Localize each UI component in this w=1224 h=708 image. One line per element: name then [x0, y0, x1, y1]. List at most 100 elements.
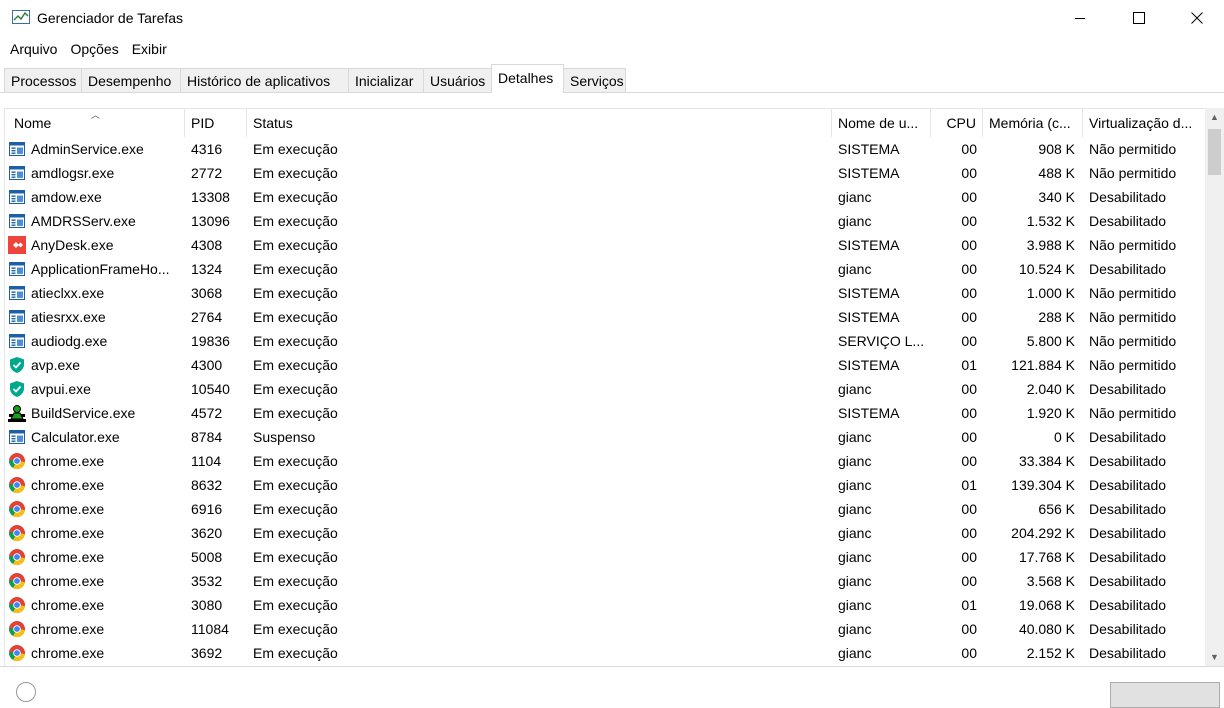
process-virtualization: Não permitido [1089, 165, 1177, 181]
process-name: avpui.exe [31, 381, 91, 397]
table-row[interactable]: audiodg.exe 19836 Em execução SERVIÇO L... 0… [5, 329, 1209, 353]
tab-divider [0, 92, 1224, 93]
column-cpu[interactable]: CPU [931, 109, 983, 137]
process-user: gianc [838, 621, 872, 637]
column-status[interactable]: Status [247, 109, 832, 137]
process-user: SISTEMA [838, 165, 900, 181]
menu-exibir[interactable]: Exibir [126, 38, 174, 62]
process-name: AdminService.exe [31, 141, 144, 157]
table-row[interactable]: AnyDesk.exe 4308 Em execução SISTEMA 00 3.988… [5, 233, 1209, 257]
process-pid: 8784 [191, 429, 223, 445]
process-virtualization: Desabilitado [1089, 597, 1167, 613]
process-status: Em execução [253, 381, 338, 397]
process-pid: 13308 [191, 189, 230, 205]
process-name: avp.exe [31, 357, 81, 373]
process-cpu: 00 [961, 237, 977, 253]
process-memory: 139.304 K [1011, 477, 1075, 493]
table-row[interactable]: BuildService.exe 4572 Em execução SISTEMA 00… [5, 401, 1209, 425]
tab-inicializar[interactable]: Inicializar [348, 68, 424, 92]
process-name: chrome.exe [31, 573, 105, 589]
process-name: audiodg.exe [31, 333, 108, 349]
process-pid: 13096 [191, 213, 230, 229]
tab-usuarios[interactable]: Usuários [423, 68, 492, 92]
minimize-button[interactable] [1051, 0, 1109, 36]
process-cpu: 00 [961, 213, 977, 229]
process-memory: 2.152 K [1026, 645, 1075, 661]
process-status: Em execução [253, 573, 338, 589]
process-pid: 3080 [191, 597, 223, 613]
tab-processos[interactable]: Processos [4, 68, 82, 92]
process-name: ApplicationFrameHo... [31, 261, 170, 277]
maximize-button[interactable] [1110, 0, 1168, 36]
process-pid: 2764 [191, 309, 223, 325]
process-pid: 19836 [191, 333, 230, 349]
process-cpu: 00 [961, 429, 977, 445]
process-memory: 3.988 K [1026, 237, 1075, 253]
end-task-button[interactable] [1110, 682, 1220, 708]
process-status: Suspenso [253, 429, 316, 445]
process-virtualization: Desabilitado [1089, 381, 1167, 397]
scrollbar-thumb[interactable] [1208, 129, 1221, 175]
table-row[interactable]: amdlogsr.exe 2772 Em execução SISTEMA 00 488 … [5, 161, 1209, 185]
table-row[interactable]: chrome.exe 5008 Em execução gianc 00 17.768 K… [5, 545, 1209, 569]
close-button[interactable] [1168, 0, 1224, 36]
process-memory: 204.292 K [1011, 525, 1075, 541]
process-pid: 5008 [191, 549, 223, 565]
vertical-scrollbar[interactable]: ▲ ▼ [1205, 108, 1224, 666]
process-status: Em execução [253, 477, 338, 493]
table-row[interactable]: chrome.exe 1104 Em execução gianc 00 33.384 K… [5, 449, 1209, 473]
table-row[interactable]: amdow.exe 13308 Em execução gianc 00 340 K Des… [5, 185, 1209, 209]
table-row[interactable]: avp.exe 4300 Em execução SISTEMA 01 121.884 K… [5, 353, 1209, 377]
process-cpu: 00 [961, 285, 977, 301]
process-memory: 340 K [1038, 189, 1075, 205]
table-row[interactable]: chrome.exe 3692 Em execução gianc 00 2.152 K D… [5, 641, 1209, 665]
process-cpu: 00 [961, 645, 977, 661]
process-virtualization: Desabilitado [1089, 549, 1167, 565]
fewer-details-chevron-icon[interactable] [16, 682, 36, 702]
column-memory[interactable]: Memória (c... [983, 109, 1083, 137]
table-row[interactable]: AdminService.exe 4316 Em execução SISTEMA 00… [5, 137, 1209, 161]
table-row[interactable]: chrome.exe 6916 Em execução gianc 00 656 K Des… [5, 497, 1209, 521]
tab-historico[interactable]: Histórico de aplicativos [180, 68, 349, 92]
table-row[interactable]: AMDRSServ.exe 13096 Em execução gianc 00 1.53… [5, 209, 1209, 233]
process-memory: 488 K [1038, 165, 1075, 181]
footer-divider [0, 666, 1224, 667]
column-pid[interactable]: PID [185, 109, 247, 137]
table-row[interactable]: chrome.exe 8632 Em execução gianc 01 139.304 … [5, 473, 1209, 497]
column-virtualization[interactable]: Virtualização d... [1083, 109, 1209, 137]
table-row[interactable]: Calculator.exe 8784 Suspenso gianc 00 0 K Desa… [5, 425, 1209, 449]
process-user: gianc [838, 429, 872, 445]
process-pid: 4316 [191, 141, 223, 157]
table-row[interactable]: atiesrxx.exe 2764 Em execução SISTEMA 00 288 … [5, 305, 1209, 329]
process-status: Em execução [253, 453, 338, 469]
table-row[interactable]: atieclxx.exe 3068 Em execução SISTEMA 00 1.00… [5, 281, 1209, 305]
tab-servicos[interactable]: Serviços [563, 68, 626, 92]
process-status: Em execução [253, 237, 338, 253]
process-user: gianc [838, 525, 872, 541]
column-user[interactable]: Nome de u... [832, 109, 931, 137]
table-row[interactable]: avpui.exe 10540 Em execução gianc 00 2.040 K D… [5, 377, 1209, 401]
table-row[interactable]: chrome.exe 3532 Em execução gianc 00 3.568 K D… [5, 569, 1209, 593]
table-row[interactable]: chrome.exe 3620 Em execução gianc 00 204.292 … [5, 521, 1209, 545]
scroll-down-arrow-icon[interactable]: ▼ [1205, 648, 1224, 666]
process-cpu: 00 [961, 501, 977, 517]
process-name: chrome.exe [31, 477, 105, 493]
column-nome[interactable]: Nome ︿ [5, 109, 185, 137]
process-memory: 19.068 K [1018, 597, 1075, 613]
process-cpu: 00 [961, 261, 977, 277]
menu-opcoes[interactable]: Opções [64, 38, 125, 62]
tab-desempenho[interactable]: Desempenho [81, 68, 181, 92]
process-status: Em execução [253, 285, 338, 301]
process-name: chrome.exe [31, 525, 105, 541]
process-user: SISTEMA [838, 285, 900, 301]
table-row[interactable]: ApplicationFrameHo... 1324 Em execução gian… [5, 257, 1209, 281]
process-name: amdow.exe [31, 189, 102, 205]
table-row[interactable]: chrome.exe 3080 Em execução gianc 01 19.068 K… [5, 593, 1209, 617]
scroll-up-arrow-icon[interactable]: ▲ [1205, 108, 1224, 126]
process-memory: 3.568 K [1026, 573, 1075, 589]
menu-arquivo[interactable]: Arquivo [0, 38, 64, 62]
table-row[interactable]: chrome.exe 11084 Em execução gianc 00 40.080 … [5, 617, 1209, 641]
tab-detalhes[interactable]: Detalhes [491, 64, 564, 93]
process-status: Em execução [253, 165, 338, 181]
table-header: Nome ︿ PID Status Nome de u... CPU Memór… [5, 109, 1209, 137]
